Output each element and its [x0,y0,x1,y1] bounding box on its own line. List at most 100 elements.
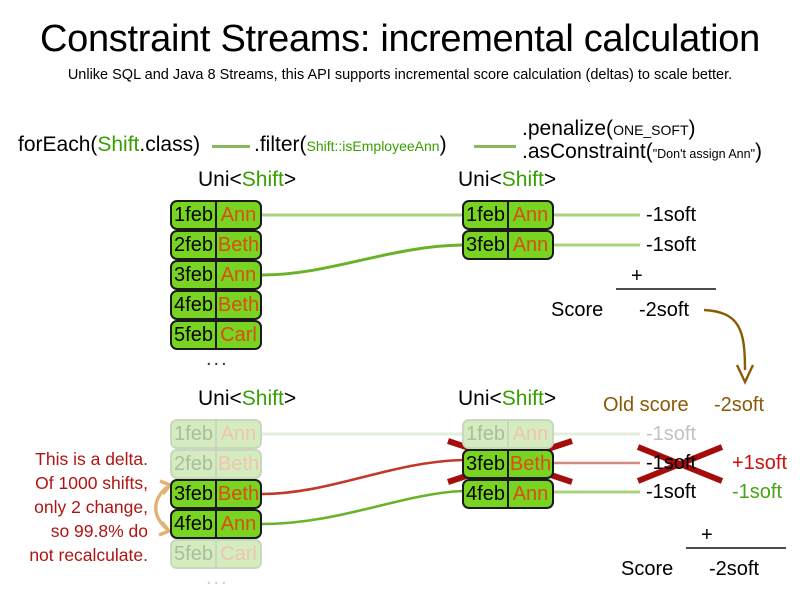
score-value: -1soft [646,234,697,256]
old-score-value: -2soft [714,394,765,416]
uni-suffix: > [283,168,297,191]
table-row[interactable]: 3feb Beth [462,449,554,479]
delta-note-line: This is a delta. [35,449,148,469]
uni-suffix: > [283,387,297,410]
shift-date: 5feb [170,320,216,350]
shift-date: 2feb [170,230,216,260]
shift-employee: Ann [508,479,554,509]
shift-date: 1feb [170,200,216,230]
shift-employee: Beth [216,290,262,320]
code-for-each-tail: .class) [139,133,201,156]
page-title: Constraint Streams: incremental calculat… [40,18,760,60]
code-as-constraint-tail: ) [755,140,763,163]
shift-date: 4feb [462,479,508,509]
uni-prefix: Uni< [198,168,242,191]
pipe-connector-2 [474,145,516,148]
connector-bottom-3feb [261,458,463,496]
score-value: -1soft [646,481,697,503]
shift-date: 4feb [170,290,216,320]
uni-type: Shift [501,168,544,191]
table-row[interactable]: 1feb Ann [170,419,262,449]
old-score-label: Old score [603,394,689,416]
shift-employee: Ann [216,509,262,539]
shift-employee: Ann [508,230,554,260]
code-for-each-type: Shift [97,133,140,156]
uni-prefix: Uni< [458,387,502,410]
score-delta: -1soft [732,481,783,503]
score-value: -1soft [646,204,697,226]
shift-employee: Ann [508,200,554,230]
score-value: -1soft [646,452,697,474]
table-row[interactable]: 3feb Ann [170,260,262,290]
code-for-each: forEach(Shift.class) [18,133,200,157]
shift-date: 3feb [170,260,216,290]
table-row[interactable]: 4feb Ann [170,509,262,539]
shift-employee: Ann [216,200,262,230]
score-rule [686,547,786,549]
table-row[interactable]: 1feb Ann [462,419,554,449]
uni-type: Shift [241,387,284,410]
table-row[interactable]: 1feb Ann [462,200,554,230]
shift-date: 1feb [462,200,508,230]
table-row[interactable]: 5feb Carl [170,539,262,569]
uni-prefix: Uni< [198,387,242,410]
stream-label-top-source: Uni<Shift> [198,168,296,192]
table-row[interactable]: 5feb Carl [170,320,262,350]
shift-date: 5feb [170,539,216,569]
code-penalize: .penalize(ONE_SOFT) [522,117,696,142]
shift-date: 3feb [462,449,508,479]
score-total: -2soft [639,299,690,321]
shift-employee: Beth [216,449,262,479]
table-row[interactable]: 1feb Ann [170,200,262,230]
table-row[interactable]: 4feb Ann [462,479,554,509]
table-row[interactable]: 2feb Beth [170,230,262,260]
code-filter-tail: ) [439,133,447,156]
shift-date: 3feb [462,230,508,260]
shift-employee: Beth [508,449,554,479]
shift-employee: Beth [216,479,262,509]
code-as-constraint-arg: "Don't assign Ann" [652,147,756,161]
shift-date: 1feb [462,419,508,449]
score-value: -1soft [646,423,697,445]
shift-employee: Beth [216,230,262,260]
delta-note-line: Of 1000 shifts, [35,473,148,493]
code-filter: .filter(Shift::isEmployeeAnn) [254,133,447,158]
shift-employee: Ann [216,419,262,449]
table-row[interactable]: 3feb Ann [462,230,554,260]
uni-suffix: > [543,387,557,410]
stream-label-bottom-source: Uni<Shift> [198,387,296,411]
code-as-constraint-head: .asConstraint( [522,140,653,163]
table-row[interactable]: 3feb Beth [170,479,262,509]
score-delta: +1soft [732,452,788,474]
delta-note-line: so 99.8% do [50,521,148,541]
table-row[interactable]: 4feb Beth [170,290,262,320]
delta-note-line: not recalculate. [29,545,148,565]
code-as-constraint: .asConstraint("Don't assign Ann") [522,140,762,166]
uni-suffix: > [543,168,557,191]
code-penalize-tail: ) [688,117,696,140]
delta-arrow-head-bottom [158,520,172,537]
table-row[interactable]: 2feb Beth [170,449,262,479]
shift-date: 4feb [170,509,216,539]
score-plus-sign: + [631,265,643,287]
delta-arrow-curve [154,485,169,531]
shift-date: 3feb [170,479,216,509]
code-penalize-arg: ONE_SOFT [613,122,689,138]
pipe-connector-1 [212,145,250,148]
code-filter-head: .filter( [254,133,307,156]
delta-arrow-head-top [159,479,173,496]
score-label: Score [551,299,604,321]
shift-date: 1feb [170,419,216,449]
code-for-each-head: forEach( [18,133,98,156]
stream-label-top-filtered: Uni<Shift> [458,168,556,192]
shift-employee: Ann [216,260,262,290]
page-subtitle: Unlike SQL and Java 8 Streams, this API … [67,67,733,83]
shift-date: 2feb [170,449,216,479]
connector-top-3feb [261,243,463,277]
shift-employee: Carl [216,320,262,350]
ellipsis-bottom-source: ... [206,567,229,589]
delta-note: This is a delta. Of 1000 shifts, only 2 … [8,447,148,567]
old-score-arrow-curve [703,308,747,371]
shift-employee: Carl [216,539,262,569]
delta-note-line: only 2 change, [34,497,148,517]
